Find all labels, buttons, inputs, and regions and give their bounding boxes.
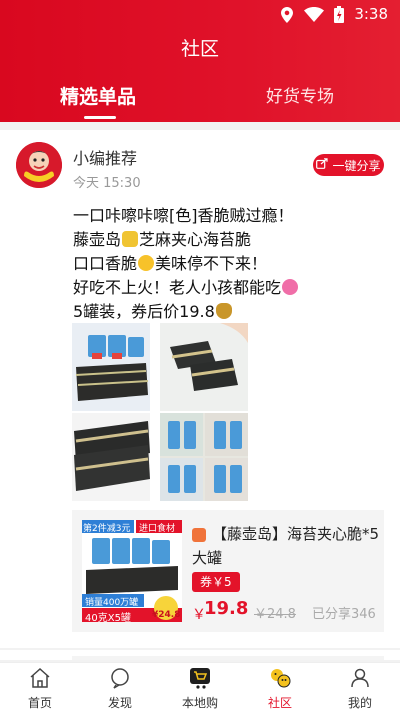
nav-label: 本地购 [181,696,218,710]
heart-emoji-icon [282,279,299,295]
tab-indicator [84,116,116,119]
thumb-badge-import: 进口食材 [139,524,176,534]
home-icon [29,667,51,694]
post-line-part: 芝麻夹心海苔脆 [139,230,252,249]
nav-label: 发现 [107,696,132,710]
shared-count: 已分享346 [312,607,376,622]
product-card[interactable]: 第2件减3元 进口食材 销量400万罐 40克X5罐 ¥24.8 【藤壶岛】海苔… [72,510,384,632]
product-thumbnail[interactable]: 第2件减3元 进口食材 销量400万罐 40克X5罐 ¥24.8 [82,520,182,622]
status-time: 3:38 [354,5,388,23]
status-icons [280,6,344,27]
thumb-sales: 销量400万罐 [85,598,139,608]
nav-community[interactable]: 社区 [240,663,320,712]
post-line-part: 5罐装，券后价19.8 [73,302,215,321]
next-post-card [0,650,400,660]
battery-icon [334,6,344,27]
product-photo[interactable] [160,413,248,501]
tab-good-goods[interactable]: 好货专场 [266,82,334,107]
product-photo[interactable] [72,323,150,411]
avatar[interactable] [16,142,62,188]
share-button[interactable]: 一键分享 [313,154,384,176]
post-time: 今天 15:30 [73,176,141,191]
post-line: 好吃不上火！老人小孩都能吃 [73,276,383,300]
nav-home[interactable]: 首页 [0,663,80,712]
location-icon [280,6,294,27]
thumb-badge-top: 第2件减3元 [83,524,131,534]
nav-label: 我的 [347,696,372,710]
money-bag-emoji-icon [215,303,232,319]
thumb-bottom: 40克X5罐 [85,613,131,622]
bottom-nav: 首页 发现 本地购 社区 我的 [0,662,400,712]
post-line-part: 口口香脆 [73,254,138,273]
share-icon [316,158,329,172]
page-title: 社区 [180,38,219,60]
header: 3:38 社区 精选单品 好货专场 [0,0,400,122]
product-price: 19.8 [204,598,249,619]
next-product-card [72,656,384,660]
post-line: 一口咔嚓咔嚓[色]香脆贼过瘾！ [73,206,294,225]
post-line-part: 美味停不下来！ [155,254,268,273]
community-icon [269,667,291,694]
post-text: 一口咔嚓咔嚓[色]香脆贼过瘾！ 藤壶岛 芝麻夹心海苔脆 口口香脆 美味停不下来！ 好… [73,204,383,324]
nav-label: 社区 [267,696,292,710]
post-line: 5罐装，券后价19.8 [73,300,383,324]
nav-local-shop[interactable]: 本地购 [160,663,240,712]
yum-emoji-icon [138,255,155,271]
cart-icon [189,667,211,694]
sparkle-emoji-icon [122,231,139,247]
nav-discover[interactable]: 发现 [80,663,160,712]
post-line-part: 好吃不上火！老人小孩都能吃 [73,278,282,297]
original-price: ￥24.8 [254,607,296,622]
nav-label: 首页 [27,696,52,710]
user-icon [349,667,371,694]
product-photo[interactable] [72,413,150,501]
status-bar: 3:38 [0,0,400,28]
product-title: 【藤壶岛】海苔夹心脆*5大罐 [192,525,380,567]
post-author: 小编推荐 [73,149,138,168]
wifi-icon [304,7,324,26]
coupon-badge: 券￥5 [192,572,240,592]
discover-icon [109,667,131,694]
post-line: 藤壶岛 芝麻夹心海苔脆 [73,228,383,252]
post-line: 口口香脆 美味停不下来！ [73,252,383,276]
tab-featured-items[interactable]: 精选单品 [60,82,136,109]
nav-profile[interactable]: 我的 [320,663,400,712]
product-photo[interactable] [160,323,248,411]
post-line-part: 藤壶岛 [73,230,122,249]
thumb-price: ¥24.8 [152,610,181,620]
share-label: 一键分享 [332,158,381,173]
post-card: 小编推荐 今天 15:30 一键分享 一口咔嚓咔嚓[色]香脆贼过瘾！ 藤壶岛 芝麻… [0,130,400,648]
